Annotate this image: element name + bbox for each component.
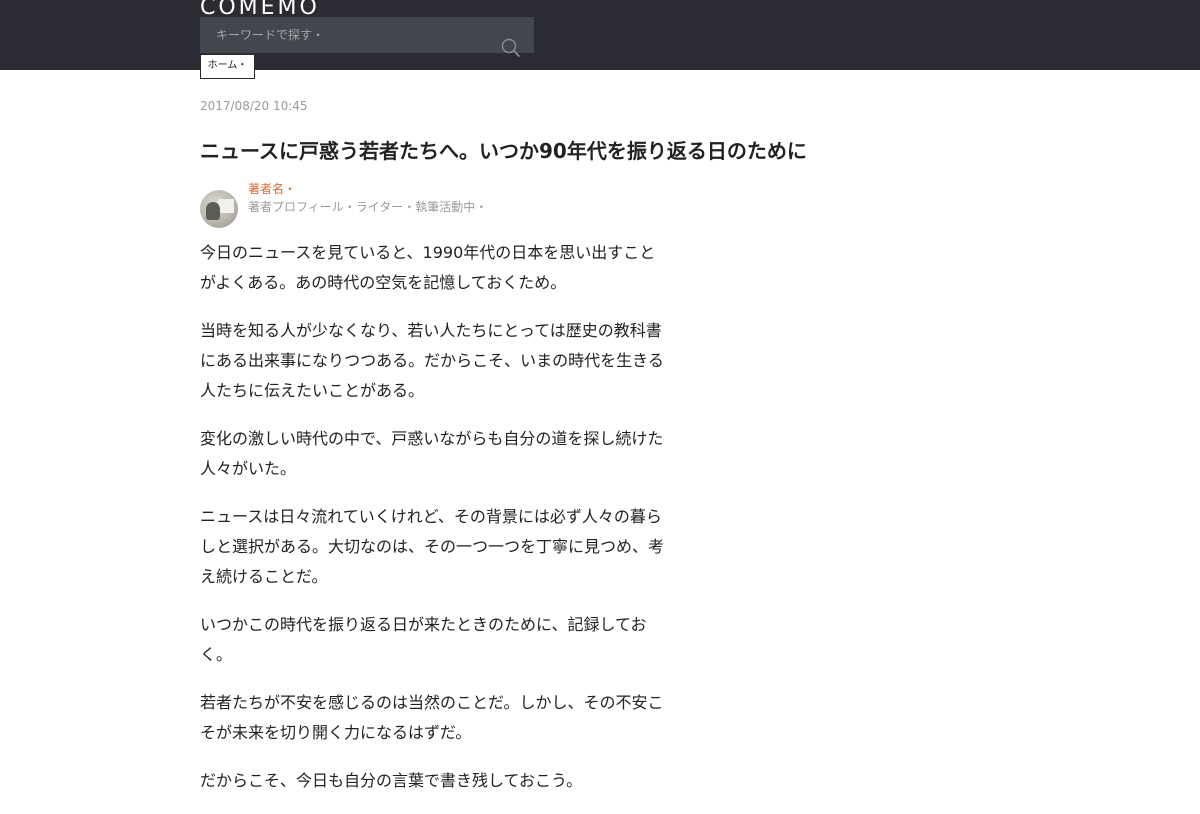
author-description: 著者プロフィール・ライター・執筆活動中・ [248, 200, 488, 214]
search-icon[interactable] [500, 37, 522, 59]
author-block: 著者名・ 著者プロフィール・ライター・執筆活動中・ [200, 180, 670, 238]
avatar-paper-shape [218, 199, 234, 213]
article-paragraph: ニュースは日々流れていくけれど、その背景には必ず人々の暮らしと選択がある。大切な… [200, 507, 665, 586]
article-date: 2017/08/20 10:45 [200, 99, 308, 113]
category-button[interactable]: ホーム・ [200, 54, 255, 79]
article: 2017/08/20 10:45 ニュースに戸惑う若者たちへ。いつか90年代を振… [200, 96, 807, 814]
search-box [200, 17, 534, 57]
article-paragraph: いつかこの時代を振り返る日が来たときのために、記録しておく。 [200, 615, 647, 664]
article-paragraph: だからこそ、今日も自分の言葉で書き残しておこう。 [200, 771, 583, 790]
article-paragraph: 若者たちが不安を感じるのは当然のことだ。しかし、その不安こそが未来を切り開く力に… [200, 693, 664, 742]
article-paragraph: 当時を知る人が少なくなり、若い人たちにとっては歴史の教科書にある出来事になりつつ… [200, 321, 664, 400]
author-avatar[interactable] [200, 190, 238, 228]
site-header: COMEMO ホーム・ [0, 0, 1200, 79]
article-body: 今日のニュースを見ていると、1990年代の日本を思い出すことがよくある。あの時代… [200, 238, 670, 796]
article-paragraph: 変化の激しい時代の中で、戸惑いながらも自分の道を探し続けた人々がいた。 [200, 429, 664, 478]
search-input[interactable] [200, 17, 490, 53]
author-name-link[interactable]: 著者名・ [248, 180, 296, 198]
article-title: ニュースに戸惑う若者たちへ。いつか90年代を振り返る日のために [200, 139, 807, 163]
avatar-figure-shape [206, 202, 220, 220]
article-paragraph: 今日のニュースを見ていると、1990年代の日本を思い出すことがよくある。あの時代… [200, 243, 656, 292]
